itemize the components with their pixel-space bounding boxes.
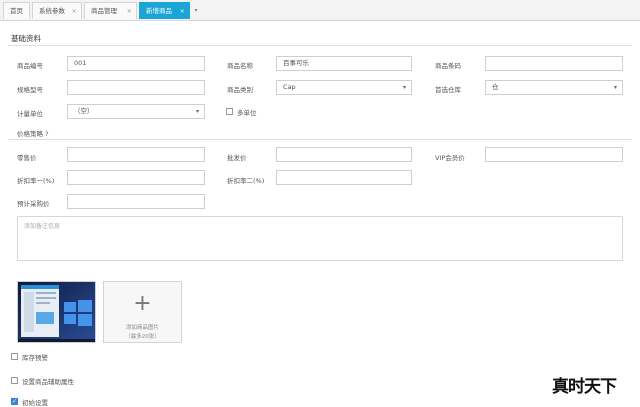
product-code-value: 001 xyxy=(74,59,87,67)
retail-price-label: 零售价 xyxy=(17,154,37,162)
caret-down-icon: ▾ xyxy=(613,84,617,91)
vip-price-label: VIP会员价 xyxy=(435,154,465,162)
tab-label: 商品管理 xyxy=(91,7,117,15)
purchase-price-input[interactable] xyxy=(67,194,205,209)
remark-textarea[interactable]: 添加备注信息 xyxy=(17,216,623,261)
close-icon[interactable]: × xyxy=(72,3,77,20)
caret-down-icon: ▾ xyxy=(195,108,199,115)
aux-attributes-checkbox[interactable] xyxy=(11,377,18,384)
upload-limit-text: （最多20张） xyxy=(125,334,160,340)
unit-label: 计量单位 xyxy=(17,110,43,118)
purchase-price-label: 预计采购价 xyxy=(17,200,50,208)
warehouse-value: 仓 xyxy=(492,83,499,91)
category-value: Cap xyxy=(283,83,296,91)
initial-settings-label: 初始设置 xyxy=(22,399,48,407)
product-code-input[interactable]: 001 xyxy=(67,56,205,71)
divider xyxy=(8,45,632,46)
tab-label: 首页 xyxy=(10,7,23,15)
model-label: 规格型号 xyxy=(17,86,43,94)
product-name-label: 商品名称 xyxy=(227,62,253,70)
category-select[interactable]: Cap ▾ xyxy=(276,80,412,95)
warehouse-select[interactable]: 仓 ▾ xyxy=(485,80,623,95)
multi-unit-checkbox[interactable] xyxy=(226,108,233,115)
watermark-text: 真时天下 xyxy=(552,377,617,397)
upload-text: 添加商品图片 xyxy=(125,325,159,331)
retail-price-input[interactable] xyxy=(67,147,205,162)
model-input[interactable] xyxy=(67,80,205,95)
close-icon[interactable]: × xyxy=(127,3,132,20)
initial-settings-checkbox[interactable]: ✓ xyxy=(11,398,18,405)
discount1-input[interactable] xyxy=(67,170,205,185)
divider xyxy=(8,139,632,140)
multi-unit-label: 多单位 xyxy=(237,109,257,117)
price-strategy-title: 价格策略 ? xyxy=(17,130,49,138)
plus-icon: + xyxy=(133,291,152,316)
chevron-down-icon[interactable]: ▾ xyxy=(191,3,201,18)
product-code-label: 商品编号 xyxy=(17,62,43,70)
add-image-button[interactable]: + 添加商品图片 （最多20张） xyxy=(103,281,182,343)
close-icon[interactable]: × xyxy=(180,3,185,20)
discount2-label: 折扣率二(%) xyxy=(227,177,265,185)
tab-label: 新增商品 xyxy=(146,7,172,15)
unit-select[interactable]: （空） ▾ xyxy=(67,104,205,119)
stock-alert-checkbox[interactable] xyxy=(11,353,18,360)
caret-down-icon: ▾ xyxy=(402,84,406,91)
barcode-input[interactable] xyxy=(485,56,623,71)
barcode-label: 商品条码 xyxy=(435,62,461,70)
wholesale-price-input[interactable] xyxy=(276,147,412,162)
tab-add-product[interactable]: 新增商品 × xyxy=(139,2,190,19)
section-basic-title: 基础资料 xyxy=(11,34,41,43)
vip-price-input[interactable] xyxy=(485,147,623,162)
product-name-input[interactable]: 百事可乐 xyxy=(276,56,412,71)
discount1-label: 折扣率一(%) xyxy=(17,177,55,185)
tab-product-management[interactable]: 商品管理 × xyxy=(84,2,137,19)
discount2-input[interactable] xyxy=(276,170,412,185)
tab-system-params[interactable]: 系统参数 × xyxy=(32,2,82,19)
tab-bar: 首页 系统参数 × 商品管理 × 新增商品 × ▾ xyxy=(0,0,640,21)
tab-home[interactable]: 首页 xyxy=(3,2,30,19)
stock-alert-label: 库存预警 xyxy=(22,354,48,362)
category-label: 商品类别 xyxy=(227,86,253,94)
unit-value: （空） xyxy=(74,107,94,115)
wholesale-price-label: 批发价 xyxy=(227,154,247,162)
product-image-thumbnail[interactable] xyxy=(17,281,96,343)
warehouse-label: 首选仓库 xyxy=(435,86,461,94)
product-name-value: 百事可乐 xyxy=(283,59,309,67)
thumbnail-image xyxy=(18,282,95,342)
remark-placeholder: 添加备注信息 xyxy=(24,223,61,230)
tab-label: 系统参数 xyxy=(39,7,65,15)
aux-attributes-label: 设置商品辅助属性 xyxy=(22,378,74,386)
